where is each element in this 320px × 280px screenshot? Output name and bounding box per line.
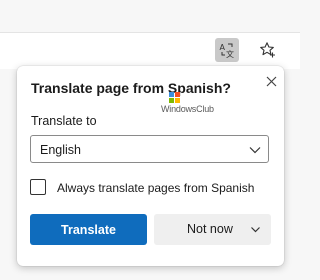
translate-button[interactable]: Translate [30, 214, 147, 245]
svg-text:文: 文 [226, 49, 234, 58]
address-bar[interactable] [0, 34, 212, 66]
chevron-down-icon[interactable] [250, 224, 261, 235]
watermark-logo [169, 92, 180, 103]
chevron-down-icon [249, 147, 261, 154]
not-now-button[interactable]: Not now [154, 214, 271, 245]
browser-window: A 文 Translate page from Spanish? Windows… [0, 0, 300, 280]
always-translate-checkbox[interactable] [30, 179, 46, 195]
star-add-icon [260, 42, 275, 58]
close-icon [266, 76, 276, 86]
always-translate-label: Always translate pages from Spanish [57, 181, 255, 195]
selected-language: English [40, 143, 81, 157]
svg-text:A: A [220, 43, 226, 52]
translate-toolbar-button[interactable]: A 文 [215, 38, 239, 62]
not-now-label: Not now [187, 222, 233, 236]
translate-popup: Translate page from Spanish? WindowsClub… [17, 66, 284, 266]
watermark: WindowsClub [161, 92, 221, 120]
translate-to-label: Translate to [31, 114, 97, 128]
watermark-text: WindowsClub [161, 104, 214, 114]
translate-icon: A 文 [220, 43, 235, 58]
close-button[interactable] [263, 73, 279, 89]
language-select[interactable]: English [30, 135, 269, 163]
add-favorite-button[interactable] [256, 38, 280, 62]
